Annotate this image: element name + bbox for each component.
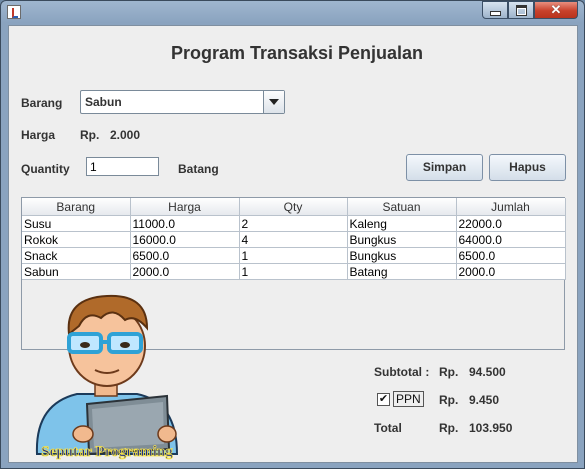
- java-icon: [7, 5, 21, 19]
- ppn-label[interactable]: PPN: [393, 391, 424, 407]
- subtotal-label: Subtotal :: [374, 365, 430, 379]
- title-bar[interactable]: ✕: [1, 1, 584, 25]
- column-header[interactable]: Harga: [130, 198, 240, 216]
- maximize-icon: [515, 4, 527, 16]
- subtotal-currency: Rp.: [439, 365, 459, 379]
- barang-combobox[interactable]: Sabun: [80, 90, 285, 114]
- total-currency: Rp.: [439, 421, 459, 435]
- table-cell[interactable]: Susu: [22, 215, 131, 232]
- hapus-button[interactable]: Hapus: [489, 154, 566, 181]
- table-header-row: Barang Harga Qty Satuan Jumlah: [22, 198, 566, 216]
- table-row[interactable]: Susu 11000.0 2 Kaleng 22000.0: [22, 215, 566, 232]
- harga-label: Harga: [21, 128, 56, 142]
- table-row[interactable]: Snack 6500.0 1 Bungkus 6500.0: [22, 247, 566, 264]
- table-cell[interactable]: Rokok: [22, 231, 131, 248]
- table-cell[interactable]: Bungkus: [347, 247, 457, 264]
- table-cell[interactable]: 16000.0: [130, 231, 240, 248]
- table-cell[interactable]: Bungkus: [347, 231, 457, 248]
- harga-value: 2.000: [110, 128, 141, 142]
- total-label: Total: [374, 421, 402, 435]
- column-header[interactable]: Barang: [22, 198, 131, 216]
- table-row[interactable]: Sabun 2000.0 1 Batang 2000.0: [22, 263, 566, 280]
- table-cell[interactable]: 2: [239, 215, 348, 232]
- close-icon: ✕: [550, 2, 562, 17]
- ppn-checkbox[interactable]: ✔: [377, 393, 390, 406]
- ppn-value: 9.450: [469, 393, 500, 407]
- table-cell[interactable]: 11000.0: [130, 215, 240, 232]
- simpan-button[interactable]: Simpan: [406, 154, 483, 181]
- table-cell[interactable]: 2000.0: [130, 263, 240, 280]
- table-row[interactable]: Rokok 16000.0 4 Bungkus 64000.0: [22, 231, 566, 248]
- programmer-mascot-logo: Seputar Programing: [35, 294, 179, 460]
- table-cell[interactable]: 6500.0: [456, 247, 566, 264]
- table-cell[interactable]: 4: [239, 231, 348, 248]
- mascot-banner-text: Seputar Programing: [41, 444, 173, 460]
- column-header[interactable]: Jumlah: [456, 198, 566, 216]
- minimize-icon: [489, 10, 501, 16]
- table-cell[interactable]: 1: [239, 263, 348, 280]
- column-header[interactable]: Satuan: [347, 198, 457, 216]
- table-cell[interactable]: 2000.0: [456, 263, 566, 280]
- table-cell[interactable]: 6500.0: [130, 247, 240, 264]
- app-window: ✕ Program Transaksi Penjualan Barang Sab…: [0, 0, 585, 469]
- table-cell[interactable]: Batang: [347, 263, 457, 280]
- table-cell[interactable]: Kaleng: [347, 215, 457, 232]
- total-value: 103.950: [469, 421, 513, 435]
- ppn-currency: Rp.: [439, 393, 459, 407]
- page-title: Program Transaksi Penjualan: [170, 43, 424, 63]
- chevron-down-icon[interactable]: [263, 91, 284, 113]
- maximize-button[interactable]: [508, 1, 534, 19]
- table-cell[interactable]: Snack: [22, 247, 131, 264]
- quantity-input[interactable]: [86, 157, 159, 176]
- table-cell[interactable]: 22000.0: [456, 215, 566, 232]
- table-cell[interactable]: Sabun: [22, 263, 131, 280]
- barang-label: Barang: [21, 96, 63, 110]
- window-controls: ✕: [482, 1, 578, 20]
- minimize-button[interactable]: [482, 1, 508, 19]
- table-cell[interactable]: 1: [239, 247, 348, 264]
- column-header[interactable]: Qty: [239, 198, 348, 216]
- close-button[interactable]: ✕: [534, 1, 578, 19]
- quantity-label: Quantity: [21, 162, 70, 176]
- unit-label: Batang: [178, 162, 219, 176]
- harga-currency: Rp.: [80, 128, 100, 142]
- subtotal-value: 94.500: [469, 365, 506, 379]
- barang-selected-value: Sabun: [85, 95, 122, 109]
- table-cell[interactable]: 64000.0: [456, 231, 566, 248]
